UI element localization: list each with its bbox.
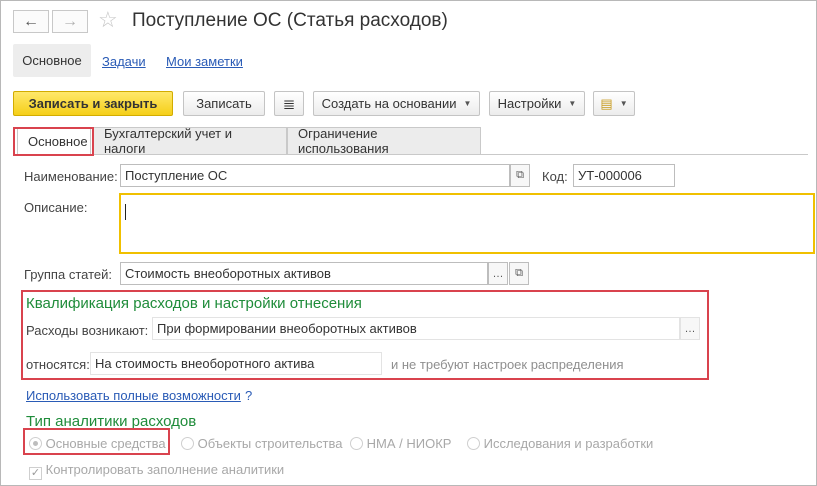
- name-label: Наименование:: [24, 169, 118, 184]
- settings-label: Настройки: [497, 96, 562, 111]
- description-textarea[interactable]: [119, 193, 815, 254]
- radio-label: Исследования и разработки: [483, 436, 654, 451]
- page-title: Поступление ОС (Статья расходов): [132, 10, 448, 31]
- arrow-left-icon: ←: [23, 12, 39, 30]
- nav-notes-link[interactable]: Мои заметки: [166, 54, 243, 69]
- nav-tasks-link[interactable]: Задачи: [102, 54, 146, 69]
- description-label: Описание:: [24, 200, 88, 215]
- star-icon[interactable]: ☆: [98, 7, 118, 33]
- highlight-qualification: [21, 290, 709, 380]
- radio-construction-objects[interactable]: Объекты строительства: [181, 436, 342, 451]
- nav-main[interactable]: Основное: [13, 44, 91, 77]
- highlight-tab-main: [13, 127, 94, 156]
- report-icon: ▤: [600, 95, 613, 111]
- open-icon: ⧉: [515, 267, 523, 279]
- radio-label: Объекты строительства: [197, 436, 343, 451]
- radio-label: НМА / НИОКР: [366, 436, 452, 451]
- dropdown-caret-icon: ▼: [619, 99, 628, 108]
- list-icon: ≣: [282, 95, 296, 113]
- arrow-right-icon: →: [62, 12, 78, 30]
- group-select-button[interactable]: …: [488, 262, 508, 285]
- dropdown-caret-icon: ▼: [568, 99, 577, 108]
- radio-icon: [181, 437, 194, 450]
- checkmark-icon: ✓: [29, 467, 42, 480]
- tab-accounting-taxes[interactable]: Бухгалтерский учет и налоги: [93, 126, 287, 156]
- settings-button[interactable]: Настройки ▼: [489, 91, 585, 116]
- save-button[interactable]: Записать: [183, 91, 265, 116]
- radio-icon: [467, 437, 480, 450]
- group-open-button[interactable]: ⧉: [509, 262, 529, 285]
- save-and-close-button[interactable]: Записать и закрыть: [13, 91, 173, 116]
- tab-usage-restriction[interactable]: Ограничение использования: [287, 126, 481, 156]
- create-based-on-label: Создать на основании: [321, 96, 457, 111]
- back-button[interactable]: ←: [13, 10, 49, 33]
- open-icon: ⧉: [516, 169, 524, 181]
- dropdown-caret-icon: ▼: [463, 99, 472, 108]
- control-analytics-checkbox[interactable]: ✓ Контролировать заполнение аналитики: [29, 462, 284, 480]
- text-cursor: [125, 204, 126, 220]
- list-button[interactable]: ≣: [274, 91, 304, 116]
- open-name-button[interactable]: ⧉: [510, 164, 530, 187]
- highlight-fixed-assets: [23, 428, 170, 455]
- radio-icon: [350, 437, 363, 450]
- code-field[interactable]: УТ-000006: [573, 164, 675, 187]
- radio-intangible-assets[interactable]: НМА / НИОКР: [350, 436, 451, 451]
- tab-divider: [13, 154, 808, 155]
- group-label: Группа статей:: [24, 267, 112, 282]
- ellipsis-icon: …: [492, 267, 504, 280]
- code-label: Код:: [542, 169, 568, 184]
- full-features-link[interactable]: Использовать полные возможности: [26, 388, 241, 403]
- radio-research-development[interactable]: Исследования и разработки: [467, 436, 653, 451]
- create-based-on-button[interactable]: Создать на основании ▼: [313, 91, 480, 116]
- forward-button[interactable]: →: [52, 10, 88, 33]
- name-field[interactable]: Поступление ОС: [120, 164, 510, 187]
- reports-button[interactable]: ▤ ▼: [593, 91, 635, 116]
- group-field[interactable]: Стоимость внеоборотных активов: [120, 262, 488, 285]
- control-analytics-label: Контролировать заполнение аналитики: [45, 462, 285, 477]
- help-icon[interactable]: ?: [245, 388, 252, 403]
